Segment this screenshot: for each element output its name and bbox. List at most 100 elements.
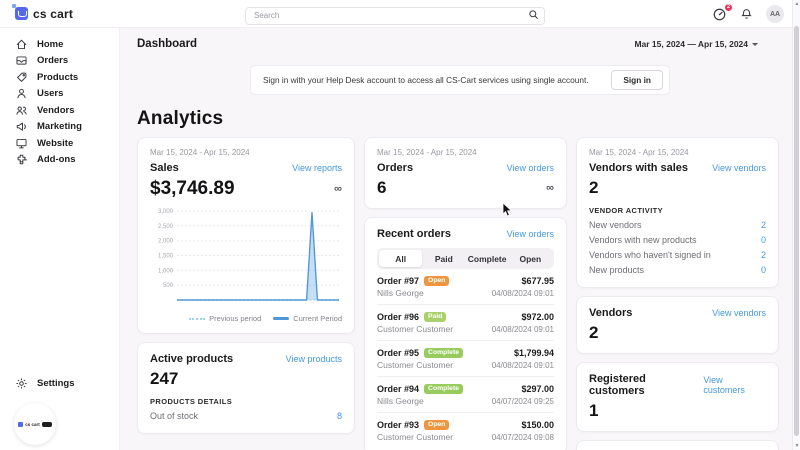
order-row[interactable]: Order #95 Complete $1,799.94 Customer Cu… <box>377 341 554 377</box>
vendor-activity-heading: VENDOR ACTIVITY <box>589 206 766 215</box>
svg-text:3,000: 3,000 <box>158 209 174 215</box>
svg-text:500: 500 <box>163 283 174 289</box>
scrollbar-thumb[interactable] <box>794 26 799 436</box>
column-1: Mar 15, 2024 - Apr 15, 2024 Sales View r… <box>137 137 355 434</box>
sidebar-item-label: Orders <box>37 55 68 66</box>
sales-card-title: Sales <box>150 162 179 174</box>
sidebar-item[interactable]: Website <box>0 135 119 152</box>
search-input[interactable] <box>245 7 545 25</box>
topbar: cs cart 2 AA <box>0 0 800 28</box>
sidebar: Home Orders Products Users Vendors Marke… <box>0 28 120 450</box>
sales-card: Mar 15, 2024 - Apr 15, 2024 Sales View r… <box>137 137 355 334</box>
orders-icon <box>15 54 28 67</box>
home-icon <box>15 38 28 51</box>
recent-orders-title: Recent orders <box>377 228 451 240</box>
view-customers-link[interactable]: View customers <box>703 375 766 395</box>
view-vendors-link[interactable]: View vendors <box>712 308 766 318</box>
detail-row: Vendors with new products 0 <box>589 232 766 247</box>
topbar-actions: 2 AA <box>712 0 784 28</box>
cs-cart-logo[interactable]: cs cart <box>15 7 73 21</box>
active-products-title: Active products <box>150 353 233 365</box>
view-orders-link[interactable]: View orders <box>507 229 554 239</box>
active-products-card: Active products View products 247 PRODUC… <box>137 342 355 434</box>
products-details-heading: PRODUCTS DETAILS <box>150 397 342 406</box>
add-ons-icon <box>15 153 28 166</box>
recent-orders-card: Recent orders View orders AllPaidComplet… <box>364 217 567 450</box>
sidebar-item[interactable]: Marketing <box>0 119 119 136</box>
sidebar-item-label: Products <box>37 72 78 83</box>
orders-card: Mar 15, 2024 - Apr 15, 2024 Orders View … <box>364 137 567 209</box>
sidebar-item[interactable]: Users <box>0 86 119 103</box>
view-reports-link[interactable]: View reports <box>292 163 342 173</box>
order-tab[interactable]: Complete <box>466 250 509 267</box>
cs-cart-version-badge[interactable]: cs cart <box>14 403 56 445</box>
sign-in-button[interactable]: Sign in <box>611 70 663 90</box>
svg-text:1,000: 1,000 <box>158 268 174 274</box>
order-tab[interactable]: All <box>379 250 422 267</box>
order-tab[interactable]: Open <box>509 250 552 267</box>
scroll-up-arrow-icon[interactable]: ▲ <box>793 1 800 7</box>
view-vendors-link[interactable]: View vendors <box>712 163 766 173</box>
user-avatar[interactable]: AA <box>766 5 784 23</box>
order-status-badge: Complete <box>424 348 463 358</box>
orders-count-value: 6 <box>377 178 386 198</box>
sidebar-item[interactable]: Orders <box>0 53 119 70</box>
order-row[interactable]: Order #94 Complete $297.00 Nills George … <box>377 377 554 413</box>
svg-text:2,000: 2,000 <box>158 239 174 245</box>
sidebar-item[interactable]: Vendors <box>0 102 119 119</box>
order-tab[interactable]: Paid <box>422 250 465 267</box>
sidebar-item-label: Vendors <box>37 105 75 116</box>
vendors-icon <box>15 104 28 117</box>
bell-icon[interactable] <box>740 7 753 21</box>
order-status-badge: Open <box>424 420 449 430</box>
sidebar-nav: Home Orders Products Users Vendors Marke… <box>0 28 119 168</box>
website-icon <box>15 137 28 150</box>
users-icon <box>15 87 28 100</box>
marketing-icon <box>15 120 28 133</box>
version-pill <box>42 422 52 427</box>
dotted-line-swatch <box>189 318 205 320</box>
vendors-with-sales-title: Vendors with sales <box>589 162 688 174</box>
sidebar-item-label: Add-ons <box>37 154 76 165</box>
search-icon <box>528 9 539 20</box>
svg-text:1,500: 1,500 <box>158 254 174 260</box>
legend-current-period: Current Period <box>273 314 342 323</box>
orders-card-title: Orders <box>377 162 413 174</box>
detail-row: New products 0 <box>589 262 766 277</box>
sidebar-item-label: Home <box>37 39 63 50</box>
legend-previous-period: Previous period <box>189 314 261 323</box>
sidebar-item-settings[interactable]: Settings <box>0 376 119 393</box>
order-row[interactable]: Order #93 Open $150.00 Customer Customer… <box>377 413 554 444</box>
sidebar-item[interactable]: Add-ons <box>0 152 119 169</box>
sidebar-item[interactable]: Products <box>0 69 119 86</box>
date-range-selector[interactable]: Mar 15, 2024 — Apr 15, 2024 <box>634 39 758 49</box>
settings-label: Settings <box>37 378 74 389</box>
vendors-card: Vendors View vendors 2 <box>576 296 779 354</box>
activity-card: Activity View all Requests (http/https r… <box>576 440 779 450</box>
chart-legend: Previous period Current Period <box>150 314 342 323</box>
vendor-activity-list: New vendors 2 Vendors with new products … <box>589 217 766 277</box>
order-row[interactable]: Order #96 Paid $972.00 Customer Customer… <box>377 305 554 341</box>
infinity-icon: ∞ <box>546 183 554 194</box>
sidebar-item-label: Website <box>37 138 73 149</box>
search-bar <box>245 5 545 23</box>
view-orders-link[interactable]: View orders <box>507 163 554 173</box>
order-row[interactable]: Order #97 Open $677.95 Nills George 04/0… <box>377 269 554 305</box>
scroll-down-arrow-icon[interactable]: ▼ <box>793 443 800 449</box>
sidebar-item[interactable]: Home <box>0 36 119 53</box>
order-status-badge: Complete <box>424 384 463 394</box>
detail-row: Vendors who haven't signed in 2 <box>589 247 766 262</box>
recent-orders-list: Order #97 Open $677.95 Nills George 04/0… <box>377 269 554 444</box>
registered-customers-value: 1 <box>589 401 598 421</box>
cs-cart-logo-icon <box>15 7 28 20</box>
order-status-tabs: AllPaidCompleteOpen <box>377 248 554 269</box>
performance-gauge-icon[interactable]: 2 <box>712 7 727 22</box>
column-3: Mar 15, 2024 - Apr 15, 2024 Vendors with… <box>576 137 779 450</box>
order-status-badge: Open <box>424 276 449 286</box>
page-title: Dashboard <box>137 38 197 50</box>
cs-cart-logo-text: cs cart <box>33 7 73 21</box>
page-scrollbar[interactable]: ▲ ▼ <box>792 0 800 450</box>
vendors-count-value: 2 <box>589 323 598 343</box>
view-products-link[interactable]: View products <box>286 354 342 364</box>
infinity-icon: ∞ <box>334 184 342 195</box>
